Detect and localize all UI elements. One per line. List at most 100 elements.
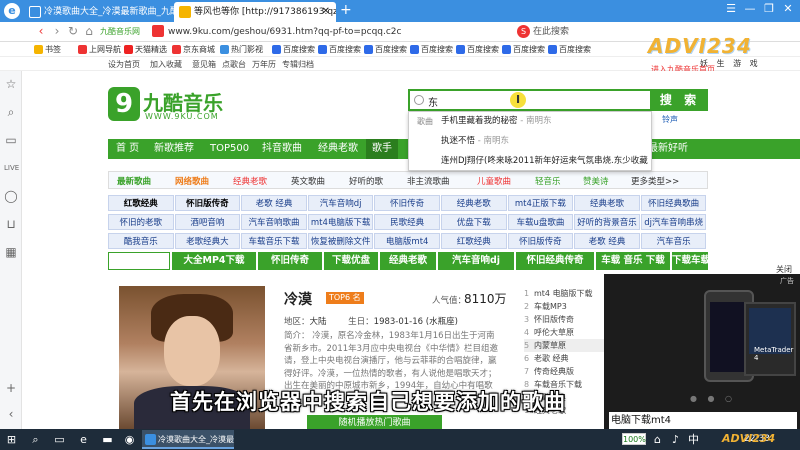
task-view-icon[interactable]: ▭	[52, 432, 67, 447]
tag-link[interactable]: mt4电脑版下载	[307, 214, 374, 230]
top-list-item[interactable]: 1 mt4 电脑版下载	[524, 287, 604, 300]
minimize-icon[interactable]: —	[741, 2, 759, 15]
green-link[interactable]: 怀旧经典传奇	[516, 252, 594, 270]
category-link[interactable]: 英文歌曲	[291, 175, 325, 187]
collapse-icon[interactable]: ‹	[4, 407, 18, 421]
url-input[interactable]: www.9ku.com/geshou/6931.htm?qq-pf-to=pcq…	[150, 24, 520, 40]
edge-icon[interactable]: e	[76, 432, 91, 447]
top-list-item[interactable]: 4 呼伦大草原	[524, 326, 604, 339]
tab-2[interactable]: 等风也等你 [http://917386193.qzon ✕	[174, 2, 336, 22]
tag-link[interactable]: 怀旧的老歌	[108, 214, 174, 230]
top-list-item[interactable]: 3 怀旧版传奇	[524, 313, 604, 326]
category-link[interactable]: 好听的歌	[349, 175, 383, 187]
site-logo-icon[interactable]: 9	[108, 87, 140, 121]
tag-link[interactable]: 汽车音响dj	[307, 195, 374, 211]
green-link[interactable]: 经典老歌	[380, 252, 436, 270]
tag-link[interactable]: 汽车音乐	[640, 233, 707, 249]
volume-icon[interactable]: ♪	[668, 432, 683, 447]
tag-link[interactable]: 怀旧传奇	[374, 195, 440, 211]
green-link[interactable]: 下载优盘	[324, 252, 378, 270]
star-icon[interactable]: ☆	[4, 77, 18, 91]
add-icon[interactable]: +	[4, 381, 18, 395]
carousel-dots[interactable]: ● ● ○	[690, 394, 736, 403]
green-link[interactable]: 怀旧传奇	[258, 252, 322, 270]
bookmark-item[interactable]: 百度搜索	[364, 44, 407, 55]
tag-link[interactable]: 汽车音响歌曲	[241, 214, 307, 230]
folder-icon[interactable]: ▬	[100, 432, 115, 447]
tag-link[interactable]: 优盘下载	[441, 214, 507, 230]
taskbar-window-button[interactable]: 冷漠歌曲大全_冷漠最...	[142, 430, 234, 449]
bookmark-item[interactable]: 天猫精选	[124, 44, 167, 55]
site-toolbar-link[interactable]: 加入收藏	[150, 59, 182, 70]
tag-link[interactable]: 车载音乐下载	[241, 233, 307, 249]
green-link[interactable]: 大全MP4下载	[172, 252, 256, 270]
menu-icon[interactable]: ☰	[722, 2, 740, 15]
battery-indicator[interactable]: 100%	[622, 433, 646, 445]
tag-link[interactable]: 老歌经典大	[174, 233, 241, 249]
search-button[interactable]: 搜 索	[652, 89, 708, 111]
chat-icon[interactable]: ◯	[4, 189, 18, 203]
tag-link[interactable]: 红歌经典	[441, 233, 507, 249]
top-list-item[interactable]: 6 老歌 经典	[524, 352, 604, 365]
green-link[interactable]: 车载 音乐 下载	[596, 252, 670, 270]
nav-new-songs[interactable]: 新歌推荐	[154, 139, 194, 159]
browser-search-input[interactable]: S 在此搜索	[515, 24, 625, 40]
hotlink-ringtone[interactable]: 铃声	[662, 115, 678, 124]
tag-link[interactable]: 电脑版mt4	[374, 233, 440, 249]
bookmark-item[interactable]: 百度搜索	[410, 44, 453, 55]
category-link[interactable]: 赞美诗	[583, 175, 609, 187]
ad-panel[interactable]: 广告 MetaTrader 4 ● ● ○	[604, 274, 800, 429]
suggestion-item[interactable]: 歌曲 手机里藏着我的秘密 - 南明东	[409, 112, 651, 131]
top-list-item[interactable]: 7 传奇经典版	[524, 365, 604, 378]
bookmark-item[interactable]: 百度搜索	[318, 44, 361, 55]
cart-icon[interactable]: ⊔	[4, 217, 18, 231]
green-link[interactable]: 汽车音响dj	[438, 252, 514, 270]
tag-link[interactable]: 酒吧音响	[174, 214, 241, 230]
tag-link[interactable]: 怀旧经典歌曲	[640, 195, 707, 211]
back-icon[interactable]: ‹	[34, 24, 48, 38]
close-window-icon[interactable]: ✕	[779, 2, 797, 15]
tag-link[interactable]: 民歌经典	[374, 214, 440, 230]
tag-link[interactable]: 怀旧版传奇	[507, 233, 574, 249]
tag-link[interactable]: 经典老歌	[441, 195, 507, 211]
suggestion-item[interactable]: 执迷不悟 - 南明东	[409, 132, 651, 151]
nav-douyin[interactable]: 抖音歌曲	[262, 139, 302, 159]
nav-top500[interactable]: TOP500	[210, 139, 249, 159]
bookmark-item[interactable]: 书签	[34, 44, 61, 55]
category-link[interactable]: 儿童歌曲	[477, 175, 511, 187]
tag-link[interactable]: 车载u盘歌曲	[507, 214, 574, 230]
bookmark-item[interactable]: 百度搜索	[502, 44, 545, 55]
network-icon[interactable]: ⌂	[650, 432, 665, 447]
tag-link[interactable]: 老歌 经典	[241, 195, 307, 211]
nav-home[interactable]: 首 页	[116, 139, 139, 159]
site-toolbar-link[interactable]: 万年历	[252, 59, 276, 70]
tag-link[interactable]: 红歌经典	[108, 195, 174, 211]
close-tab-icon[interactable]: ✕	[322, 2, 330, 22]
home-icon[interactable]: ⌂	[82, 24, 96, 38]
browser-logo-icon[interactable]: e	[4, 3, 20, 19]
tab-1[interactable]: 冷漠歌曲大全_冷漠最新歌曲_九酷音 ✕	[24, 2, 198, 22]
category-link[interactable]: 最新歌曲	[117, 175, 151, 187]
suggestion-item[interactable]: 连州DJ翔仔(咚来咏2011新年好运来气氛串烧.东少收藏	[409, 152, 651, 171]
windows-start-icon[interactable]: ⊞	[4, 432, 19, 447]
new-tab-button[interactable]: +	[340, 2, 352, 18]
tag-link[interactable]: dj汽车音响串烧	[640, 214, 707, 230]
nav-classics[interactable]: 经典老歌	[318, 139, 358, 159]
search-icon[interactable]: ⌕	[28, 432, 43, 447]
tag-link[interactable]: 老歌 经典	[574, 233, 640, 249]
category-link[interactable]: 更多类型>>	[631, 175, 679, 187]
bookmark-item[interactable]: 热门影视	[220, 44, 263, 55]
bookmark-item[interactable]: 百度搜索	[456, 44, 499, 55]
live-icon[interactable]: LIVE	[4, 161, 19, 175]
refresh-icon[interactable]: ↻	[66, 24, 80, 38]
browser-icon[interactable]: ◉	[122, 432, 137, 447]
ad-close-button[interactable]: 关闭	[776, 264, 792, 275]
calendar-icon[interactable]: ▦	[4, 245, 18, 259]
bookmark-item[interactable]: 百度搜索	[548, 44, 591, 55]
tag-link[interactable]: 酷我音乐	[108, 233, 174, 249]
site-toolbar-link[interactable]: 专辑归档	[282, 59, 314, 70]
nav-latest[interactable]: 最新好听	[648, 139, 688, 159]
forward-icon[interactable]: ›	[50, 24, 64, 38]
maximize-icon[interactable]: ❐	[760, 2, 778, 15]
reader-icon[interactable]: ▭	[4, 133, 18, 147]
